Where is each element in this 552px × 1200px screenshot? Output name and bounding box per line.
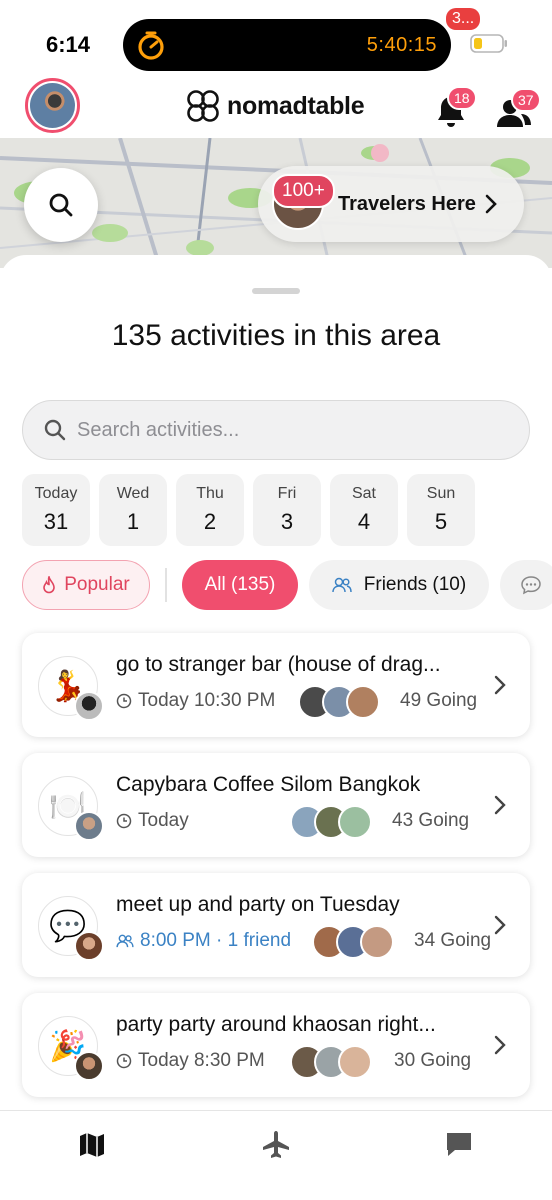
chevron-right-icon bbox=[494, 675, 506, 695]
activity-time-text: Today bbox=[138, 810, 189, 831]
attendee-avatars bbox=[312, 925, 394, 959]
day-number: 31 bbox=[43, 509, 69, 534]
chevron-right-icon bbox=[485, 194, 497, 214]
dynamic-island[interactable]: 5:40:15 bbox=[123, 19, 451, 71]
plane-icon[interactable] bbox=[260, 1129, 292, 1161]
day-label: Sun bbox=[426, 485, 456, 502]
activity-search-box[interactable] bbox=[22, 400, 530, 460]
host-avatar bbox=[74, 931, 104, 961]
travelers-here-button[interactable]: 100+ Travelers Here bbox=[258, 166, 524, 242]
app-logo: nomadtable bbox=[185, 88, 365, 124]
host-avatar bbox=[74, 1051, 104, 1081]
search-icon bbox=[49, 193, 73, 217]
attendee-avatars bbox=[290, 805, 372, 839]
activity-time: Today bbox=[116, 810, 189, 832]
day-number: 3 bbox=[280, 509, 294, 534]
activity-time: 8:00 PM · 1 friend bbox=[116, 930, 291, 952]
map-icon[interactable] bbox=[78, 1131, 106, 1159]
nomadtable-logo-icon bbox=[187, 90, 219, 122]
activity-title: party party around khaosan right... bbox=[116, 1013, 436, 1036]
activity-card[interactable]: 💃 go to stranger bar (house of drag... T… bbox=[22, 633, 530, 737]
filter-all[interactable]: All (135) bbox=[182, 560, 298, 610]
filter-divider bbox=[165, 568, 167, 602]
day-selector: Today 31 Wed 1 Thu 2 Fri 3 Sat 4 Sun 5 bbox=[22, 474, 475, 546]
activity-card[interactable]: 🎉 party party around khaosan right... To… bbox=[22, 993, 530, 1097]
chevron-right-icon bbox=[494, 1035, 506, 1055]
profile-avatar[interactable] bbox=[25, 78, 80, 133]
chevron-right-icon bbox=[494, 795, 506, 815]
activity-time-text: 8:00 PM · 1 friend bbox=[140, 930, 292, 951]
day-label: Today bbox=[34, 485, 78, 502]
activity-title: go to stranger bar (house of drag... bbox=[116, 653, 441, 676]
day-sat[interactable]: Sat 4 bbox=[330, 474, 398, 546]
chat-icon[interactable] bbox=[444, 1129, 474, 1159]
day-fri[interactable]: Fri 3 bbox=[253, 474, 321, 546]
going-count: 49 Going bbox=[400, 690, 478, 711]
filter-popular[interactable]: Popular bbox=[22, 560, 150, 610]
day-sun[interactable]: Sun 5 bbox=[407, 474, 475, 546]
filter-popular-label: Popular bbox=[64, 574, 130, 595]
clock-icon bbox=[116, 813, 132, 829]
bottom-nav bbox=[0, 1110, 552, 1200]
clock-icon bbox=[116, 1053, 132, 1069]
friends-badge: 37 bbox=[511, 88, 541, 112]
activity-time-text: Today 8:30 PM bbox=[138, 1050, 265, 1071]
day-number: 4 bbox=[357, 509, 371, 534]
day-label: Fri bbox=[277, 485, 297, 502]
day-number: 2 bbox=[203, 509, 217, 534]
chat-badge: 3... bbox=[446, 8, 481, 30]
friends-outline-icon bbox=[116, 934, 134, 948]
activity-time-text: Today 10:30 PM bbox=[138, 690, 276, 711]
app-name: nomadtable bbox=[227, 91, 365, 120]
app-header: nomadtable 18 37 bbox=[0, 78, 552, 138]
going-count: 43 Going bbox=[392, 810, 470, 831]
filter-friends-label: Friends (10) bbox=[363, 574, 467, 595]
host-avatar bbox=[74, 691, 104, 721]
travelers-count-badge: 100+ bbox=[272, 174, 335, 208]
stopwatch-icon bbox=[138, 31, 164, 60]
filter-chat[interactable] bbox=[500, 560, 552, 610]
day-label: Sat bbox=[351, 485, 376, 502]
day-number: 1 bbox=[126, 509, 140, 534]
going-count: 30 Going bbox=[394, 1050, 472, 1071]
filter-chips: Popular All (135) Friends (10) bbox=[22, 560, 552, 610]
day-today[interactable]: Today 31 bbox=[22, 474, 90, 546]
day-thu[interactable]: Thu 2 bbox=[176, 474, 244, 546]
clock-icon bbox=[116, 693, 132, 709]
activity-title: Capybara Coffee Silom Bangkok bbox=[116, 773, 421, 796]
sheet-drag-handle[interactable] bbox=[252, 288, 300, 294]
friends-outline-icon bbox=[332, 577, 352, 593]
search-icon bbox=[44, 419, 66, 441]
battery-icon bbox=[470, 34, 507, 53]
day-label: Wed bbox=[116, 485, 150, 502]
day-label: Thu bbox=[196, 485, 224, 502]
activity-card[interactable]: 🍽️ Capybara Coffee Silom Bangkok Today 4… bbox=[22, 753, 530, 857]
day-number: 5 bbox=[434, 509, 448, 534]
activities-count-title: 135 activities in this area bbox=[111, 319, 441, 352]
activity-card[interactable]: 💬 meet up and party on Tuesday 8:00 PM ·… bbox=[22, 873, 530, 977]
notifications-badge: 18 bbox=[447, 86, 477, 110]
flame-icon bbox=[43, 576, 56, 594]
status-time: 6:14 bbox=[46, 32, 91, 57]
map-search-button[interactable] bbox=[24, 168, 98, 242]
search-activities-input[interactable] bbox=[77, 418, 477, 442]
activity-title: meet up and party on Tuesday bbox=[116, 893, 400, 916]
travelers-label: Travelers Here bbox=[338, 193, 476, 215]
chat-bubble-icon bbox=[521, 576, 541, 595]
filter-friends[interactable]: Friends (10) bbox=[309, 560, 489, 610]
going-count: 34 Going bbox=[414, 930, 492, 951]
attendee-avatars bbox=[290, 1045, 372, 1079]
activity-time: Today 10:30 PM bbox=[116, 690, 275, 712]
timer-readout: 5:40:15 bbox=[366, 34, 437, 56]
activity-time: Today 8:30 PM bbox=[116, 1050, 265, 1072]
day-wed[interactable]: Wed 1 bbox=[99, 474, 167, 546]
host-avatar bbox=[74, 811, 104, 841]
chevron-right-icon bbox=[494, 915, 506, 935]
attendee-avatars bbox=[298, 685, 380, 719]
